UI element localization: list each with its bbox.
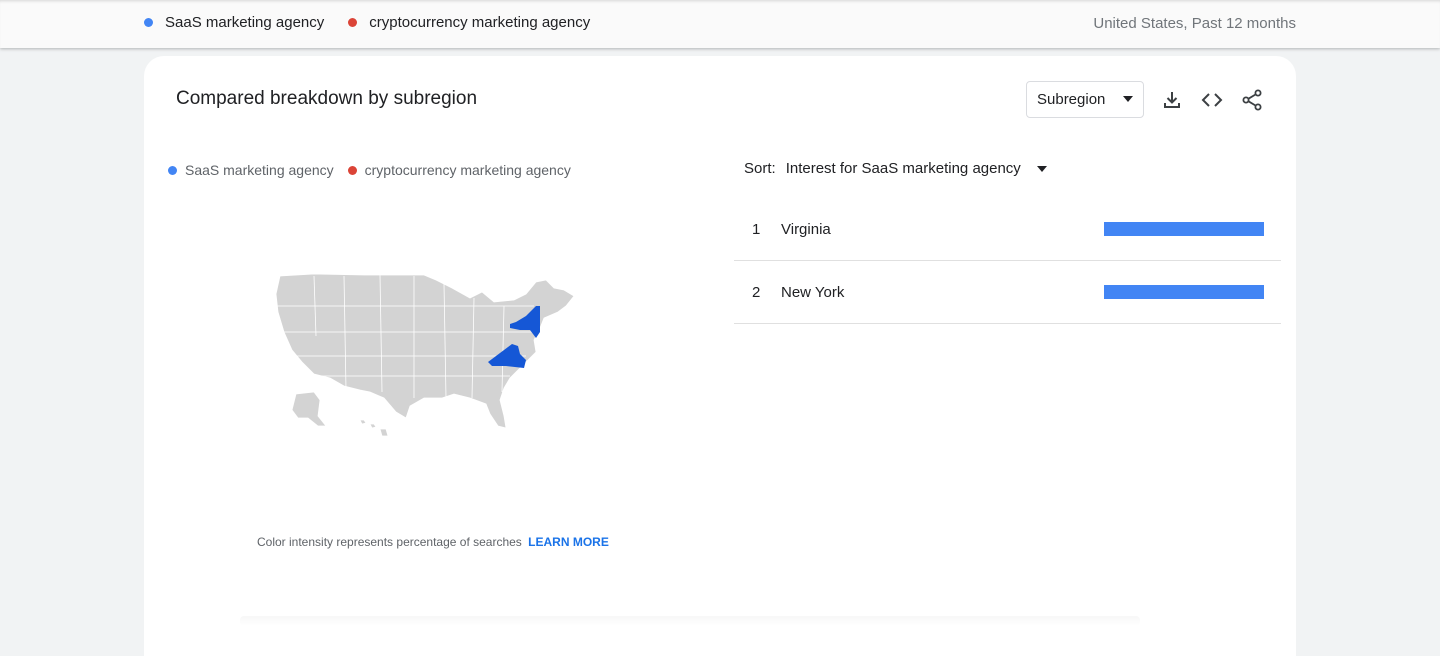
- card-bottom-shadow: [240, 616, 1140, 626]
- compare-terms-bar: SaaS marketing agency cryptocurrency mar…: [0, 0, 1440, 48]
- embed-code-icon[interactable]: [1200, 88, 1224, 112]
- caret-down-icon: [1123, 96, 1133, 102]
- row-rank: 2: [752, 283, 761, 301]
- card-title: Compared breakdown by subregion: [176, 88, 478, 109]
- map-footnote: Color intensity represents percentage of…: [257, 535, 609, 549]
- subregion-list: 1 Virginia 2 New York: [734, 198, 1281, 324]
- term-color-dot: [144, 18, 153, 27]
- sort-value: Interest for SaaS marketing agency: [785, 160, 1021, 177]
- legend-color-dot: [168, 165, 177, 175]
- legend-label: SaaS marketing agency: [185, 162, 334, 178]
- footnote-text: Color intensity represents percentage of…: [257, 535, 522, 549]
- learn-more-link[interactable]: LEARN MORE: [528, 535, 609, 549]
- row-interest-bar: [1104, 285, 1264, 299]
- resolution-select[interactable]: Subregion: [1026, 81, 1144, 118]
- term-color-dot: [348, 18, 358, 27]
- caret-down-icon: [1036, 165, 1047, 172]
- sort-control[interactable]: Sort: Interest for SaaS marketing agency: [744, 160, 1047, 177]
- list-item[interactable]: 2 New York: [734, 261, 1281, 324]
- map-legend: SaaS marketing agency cryptocurrency mar…: [168, 162, 585, 178]
- map-base-states: [275, 273, 575, 437]
- legend-color-dot: [347, 165, 357, 175]
- row-name: New York: [781, 283, 845, 301]
- term-crypto[interactable]: cryptocurrency marketing agency: [348, 14, 590, 31]
- legend-label: cryptocurrency marketing agency: [364, 162, 571, 178]
- subregion-breakdown-card: Compared breakdown by subregion Subregio…: [144, 56, 1296, 656]
- term-label: SaaS marketing agency: [165, 14, 325, 31]
- download-icon[interactable]: [1160, 88, 1184, 112]
- sort-label: Sort:: [744, 160, 776, 177]
- resolution-select-value: Subregion: [1037, 91, 1106, 108]
- region-period-label: United States, Past 12 months: [1093, 15, 1296, 32]
- term-saas[interactable]: SaaS marketing agency: [144, 14, 324, 31]
- row-interest-bar: [1104, 222, 1264, 236]
- list-item[interactable]: 1 Virginia: [734, 198, 1281, 261]
- us-subregion-map[interactable]: [274, 266, 584, 456]
- row-rank: 1: [752, 220, 761, 238]
- share-icon[interactable]: [1240, 88, 1264, 112]
- legend-item-crypto: cryptocurrency marketing agency: [347, 162, 571, 178]
- legend-item-saas: SaaS marketing agency: [168, 162, 334, 178]
- term-label: cryptocurrency marketing agency: [369, 14, 591, 31]
- compare-terms: SaaS marketing agency cryptocurrency mar…: [144, 14, 614, 31]
- row-name: Virginia: [781, 220, 831, 238]
